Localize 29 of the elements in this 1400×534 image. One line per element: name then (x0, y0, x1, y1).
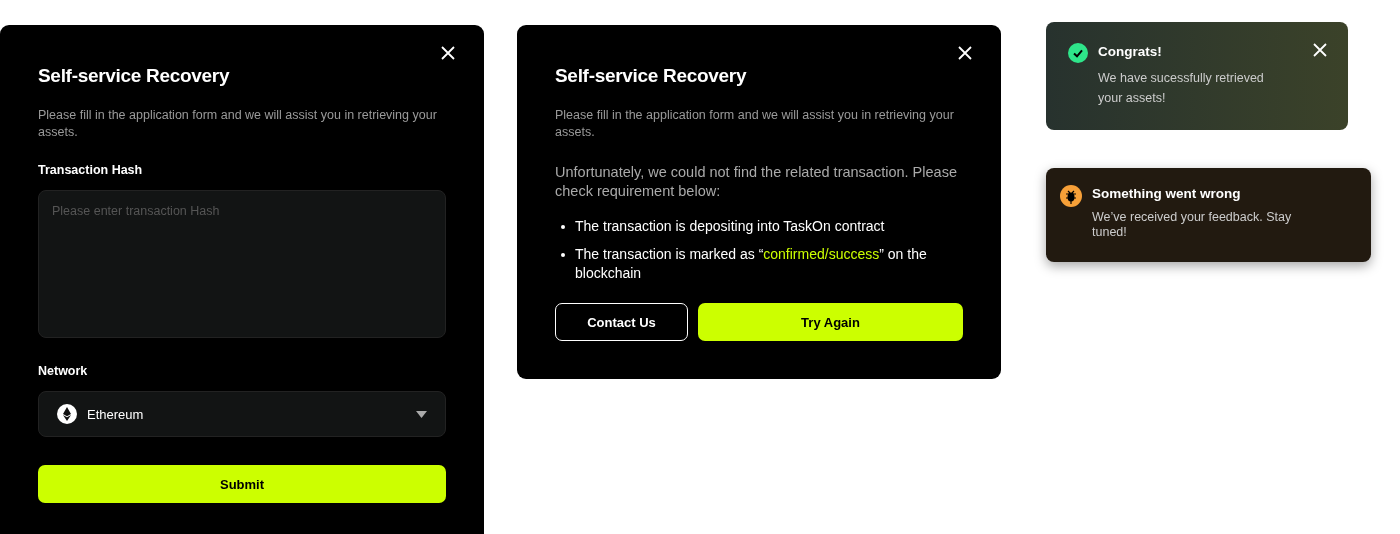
error-message: Unfortunately, we could not find the related transaction. Please check requirement below: (555, 163, 958, 201)
dialog-title: Self-service Recovery (38, 65, 231, 87)
requirement-text: The transaction is marked as “confirmed/success” on the blockchain (575, 245, 928, 283)
field-label: Transaction Hash (38, 163, 144, 177)
hash-input[interactable]: Please enter transaction Hash (38, 190, 446, 338)
bullet-icon (561, 225, 565, 229)
contact-button[interactable]: Contact Us (555, 303, 688, 341)
close-button[interactable] (1312, 42, 1328, 58)
network-select[interactable]: Ethereum (38, 391, 446, 437)
toast-message: We’ve received your feedback. Stay tuned! (1092, 210, 1293, 240)
close-icon (957, 45, 973, 61)
close-icon (1312, 42, 1328, 58)
close-icon (440, 45, 456, 61)
requirement-text: The transaction is depositing into TaskOn contract (575, 217, 885, 236)
ethereum-icon (57, 404, 77, 424)
bullet-icon (561, 253, 565, 257)
check-icon (1068, 43, 1088, 63)
toast-title: Something went wrong (1092, 185, 1242, 203)
submit-button[interactable]: Submit (38, 465, 446, 503)
toast-title: Congrats! (1098, 43, 1163, 61)
dialog-description: Please fill in the application form and we will assist you in retrieving your assets. (555, 107, 955, 141)
caret-icon (416, 410, 427, 418)
field-label: Network (38, 364, 89, 378)
select-value: Ethereum (87, 406, 145, 422)
toast-message: We have sucessfully retrieved your assets! (1098, 70, 1265, 107)
dialog-description: Please fill in the application form and we will assist you in retrieving your assets. (38, 107, 438, 141)
bug-icon (1060, 185, 1082, 207)
try-again-button[interactable]: Try Again (698, 303, 963, 341)
dialog-title: Self-service Recovery (555, 65, 748, 87)
